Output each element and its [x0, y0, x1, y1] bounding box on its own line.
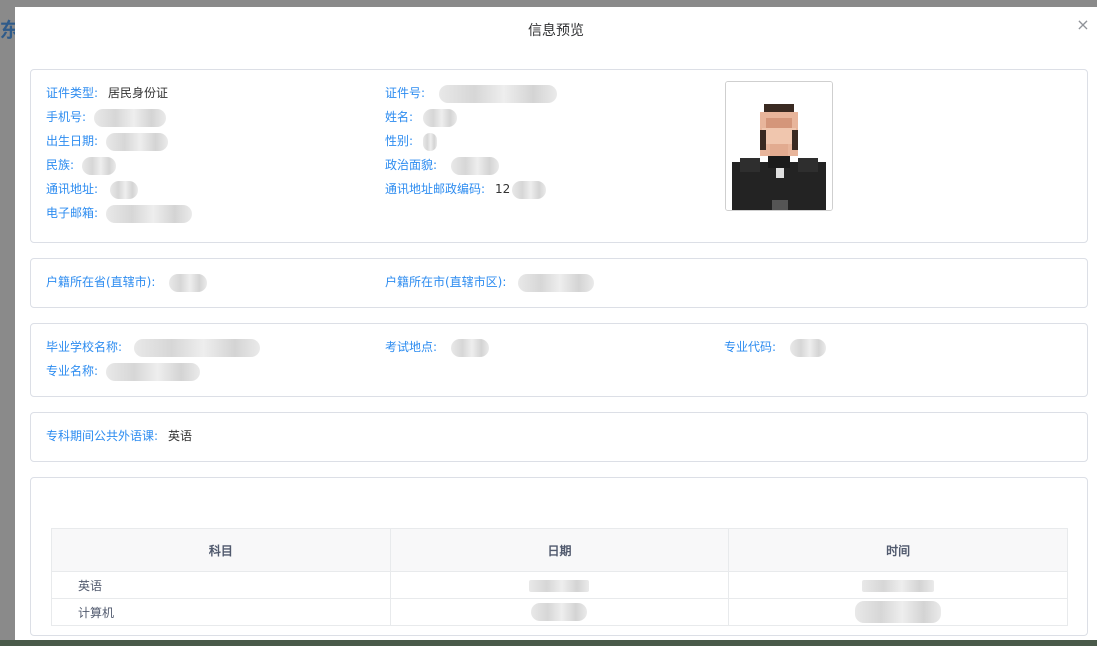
date-cell — [389, 598, 730, 626]
phone-label: 手机号: — [46, 110, 87, 124]
subject-cell: 计算机 — [51, 598, 391, 626]
birth-value-redacted — [106, 132, 169, 151]
education-card: 毕业学校名称: 考试地点: 专业代码: 专业名称: — [30, 323, 1088, 397]
phone-row: 手机号: — [46, 108, 167, 127]
subject-cell: 英语 — [51, 571, 391, 599]
ethnicity-row: 民族: — [46, 156, 117, 175]
birth-label: 出生日期: — [46, 134, 99, 148]
table-row: 计算机 — [51, 598, 1068, 626]
exam-location-value-redacted — [451, 338, 490, 357]
modal-header: 信息预览 × — [15, 7, 1097, 51]
background-logo-fragment: 东 — [0, 18, 16, 42]
postcode-value-redacted — [512, 180, 547, 199]
id-number-row: 证件号: — [385, 84, 558, 103]
date-value-redacted — [531, 603, 588, 621]
major-code-value-redacted — [790, 338, 827, 357]
school-value-redacted — [134, 338, 261, 357]
gender-value-redacted — [423, 132, 438, 151]
personal-info-card: 证件类型: 居民身份证 证件号: 手机号: 姓名: 出生日期: 性别: 民族: 政… — [30, 69, 1088, 243]
column-header-time: 时间 — [728, 528, 1068, 572]
time-value-redacted — [855, 601, 942, 623]
email-value-redacted — [106, 204, 193, 223]
address-row: 通讯地址: — [46, 180, 139, 199]
phone-value-redacted — [94, 108, 167, 127]
postcode-row: 通讯地址邮政编码: 12 — [385, 180, 547, 199]
exam-location-label: 考试地点: — [385, 340, 438, 354]
name-label: 姓名: — [385, 110, 414, 124]
column-header-subject: 科目 — [51, 528, 391, 572]
id-type-row: 证件类型: 居民身份证 — [46, 84, 168, 102]
email-row: 电子邮箱: — [46, 204, 193, 223]
ethnicity-label: 民族: — [46, 158, 75, 172]
time-cell — [728, 598, 1068, 626]
id-photo — [725, 81, 833, 211]
political-value-redacted — [451, 156, 500, 175]
name-row: 姓名: — [385, 108, 458, 127]
province-row: 户籍所在省(直辖市): — [46, 273, 208, 292]
province-value-redacted — [169, 273, 208, 292]
address-value-redacted — [110, 180, 139, 199]
person-photo-icon — [726, 82, 832, 210]
school-row: 毕业学校名称: — [46, 338, 261, 357]
language-value: 英语 — [168, 429, 193, 443]
major-name-value-redacted — [106, 362, 201, 381]
major-code-row: 专业代码: — [724, 338, 827, 357]
city-label: 户籍所在市(直辖市区): — [385, 275, 507, 289]
major-code-label: 专业代码: — [724, 340, 777, 354]
household-card: 户籍所在省(直辖市): 户籍所在市(直辖市区): — [30, 258, 1088, 308]
postcode-label: 通讯地址邮政编码: — [385, 182, 486, 196]
id-type-label: 证件类型: — [46, 86, 99, 100]
language-row: 专科期间公共外语课: 英语 — [46, 427, 192, 445]
name-value-redacted — [423, 108, 458, 127]
exam-location-row: 考试地点: — [385, 338, 490, 357]
major-name-label: 专业名称: — [46, 364, 99, 378]
school-label: 毕业学校名称: — [46, 340, 123, 354]
birth-row: 出生日期: — [46, 132, 169, 151]
time-value-redacted — [862, 579, 935, 592]
political-label: 政治面貌: — [385, 158, 438, 172]
modal-title: 信息预览 — [528, 23, 584, 39]
id-number-label: 证件号: — [385, 86, 426, 100]
background-bottom-strip — [0, 640, 1097, 646]
exam-schedule-table: 科目 日期 时间 英语 计算机 — [51, 528, 1068, 626]
close-icon[interactable]: × — [1075, 17, 1091, 33]
table-row: 英语 — [51, 571, 1068, 599]
province-label: 户籍所在省(直辖市): — [46, 275, 156, 289]
info-preview-modal: 信息预览 × 证件类型: 居民身份证 证件号: 手机号: 姓名: 出生日期: 性别… — [15, 7, 1097, 640]
time-cell — [728, 571, 1068, 599]
date-cell — [389, 571, 730, 599]
address-label: 通讯地址: — [46, 182, 99, 196]
exam-schedule-card: 科目 日期 时间 英语 计算机 — [30, 477, 1088, 636]
email-label: 电子邮箱: — [46, 206, 99, 220]
date-value-redacted — [529, 579, 590, 592]
table-header-row: 科目 日期 时间 — [51, 528, 1068, 572]
column-header-date: 日期 — [389, 528, 730, 572]
ethnicity-value-redacted — [82, 156, 117, 175]
postcode-value-prefix: 12 — [495, 182, 511, 196]
gender-row: 性别: — [385, 132, 438, 151]
language-label: 专科期间公共外语课: — [46, 429, 159, 443]
city-value-redacted — [518, 273, 595, 292]
id-type-value: 居民身份证 — [108, 86, 169, 100]
gender-label: 性别: — [385, 134, 414, 148]
city-row: 户籍所在市(直辖市区): — [385, 273, 595, 292]
language-card: 专科期间公共外语课: 英语 — [30, 412, 1088, 462]
political-row: 政治面貌: — [385, 156, 500, 175]
id-number-value-redacted — [439, 84, 558, 103]
major-name-row: 专业名称: — [46, 362, 201, 381]
